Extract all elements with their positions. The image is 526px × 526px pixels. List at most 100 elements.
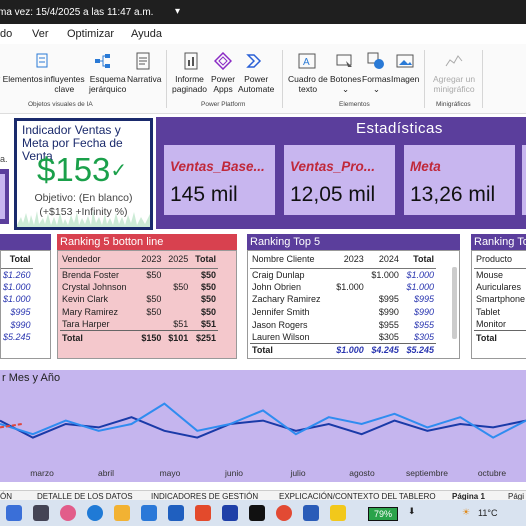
stat-label: Ventas_Pro... <box>290 159 376 174</box>
shapes-button[interactable]: Formas ⌄ <box>362 74 391 94</box>
table-total-row: Total <box>474 330 526 344</box>
decomposition-tree-button[interactable]: Esquema jerárquico <box>89 74 126 94</box>
store-icon[interactable] <box>141 505 157 521</box>
table-row[interactable]: Lauren Wilson $305 $305 <box>250 331 436 344</box>
arrow-down-icon: ⬇ <box>408 506 416 516</box>
table-title: Ranking Top 5 <box>247 234 460 250</box>
table-row[interactable]: John Obrien $1.000 $1.000 <box>250 281 436 294</box>
table-row[interactable]: Auriculares <box>474 281 526 294</box>
table-cell: $990 <box>10 319 31 330</box>
stat-card-meta[interactable]: Meta 13,26 mil <box>404 145 515 215</box>
chrome-icon[interactable] <box>276 505 292 521</box>
column-header[interactable]: 2023 <box>330 251 366 269</box>
text-box-button[interactable]: Cuadro de texto <box>288 74 328 94</box>
windows-start-icon[interactable] <box>6 505 22 521</box>
page-tab[interactable]: Página 1 <box>452 492 485 500</box>
app-icon[interactable] <box>222 505 238 521</box>
table-ranking-top5[interactable]: Ranking Top 5 Nombre Cliente 2023 2024 T… <box>247 234 460 359</box>
copilot-icon[interactable] <box>60 505 76 521</box>
column-header[interactable]: 2024 <box>365 251 401 269</box>
taskbar: 79% ⬇ ☀ 11°C <box>0 500 526 526</box>
power-automate-icon <box>246 54 262 68</box>
power-automate-button[interactable]: Power Automate <box>238 74 274 94</box>
kpi-sparkline <box>17 211 150 227</box>
line-chart-panel[interactable]: r Mes y Año marzo abril mayo junio julio agos… <box>0 370 526 482</box>
chevron-down-icon[interactable]: ▾ <box>175 6 180 17</box>
column-header[interactable]: Nombre Cliente <box>250 251 331 269</box>
svg-text:A: A <box>303 57 310 68</box>
kpi-card[interactable]: Indicador Ventas y Meta por Fecha de Ven… <box>14 118 153 230</box>
table-row[interactable]: Monitor <box>474 318 526 331</box>
table-row[interactable]: Mouse <box>474 268 526 281</box>
app-icon[interactable] <box>195 505 211 521</box>
x-tick-label: marzo <box>30 468 54 478</box>
narrative-icon <box>136 52 150 70</box>
table-row[interactable]: Smartphone <box>474 293 526 306</box>
table-row[interactable]: Brenda Foster $50 $50 <box>60 268 218 281</box>
image-icon <box>396 54 414 68</box>
page-tab[interactable]: EXPLICACIÓN/CONTEXTO DEL TABLERO <box>279 492 436 500</box>
page-tab[interactable]: ÓN <box>0 492 12 500</box>
table-total-row: Total $150 $101 $251 <box>60 330 218 344</box>
kpi-value: $153✓ <box>37 151 128 188</box>
menu-ayuda[interactable]: Ayuda <box>131 28 162 40</box>
last-saved-text: ma vez: 15/4/2025 a las 11:47 a.m. <box>0 7 154 18</box>
column-header[interactable]: 2023 <box>136 251 164 269</box>
paginated-report-button[interactable]: Informe paginado <box>172 74 207 94</box>
table-row[interactable]: Kevin Clark $50 $50 <box>60 293 218 306</box>
column-header[interactable]: Total <box>400 251 436 269</box>
power-apps-button[interactable]: Power Apps <box>211 74 235 94</box>
column-header[interactable]: Vendedor <box>60 251 137 269</box>
column-header[interactable]: Total <box>190 251 218 269</box>
add-sparkline-button[interactable]: Agregar un minigráfico <box>433 74 475 94</box>
table-cell: $1.000 <box>3 294 31 305</box>
file-explorer-icon[interactable] <box>114 505 130 521</box>
stat-card-ventas-base[interactable]: Ventas_Base... 145 mil <box>164 145 275 215</box>
stat-value: 13,26 mil <box>410 183 496 206</box>
narrative-button[interactable]: Narrativa <box>127 74 161 84</box>
column-header[interactable]: Producto <box>474 251 526 269</box>
table-row[interactable]: Tablet <box>474 306 526 319</box>
weather-icon[interactable]: ☀ <box>462 507 470 518</box>
key-influencers-button[interactable]: influyentes clave <box>44 74 85 94</box>
page-tab[interactable]: INDICADORES DE GESTIÓN <box>151 492 258 500</box>
menu-inicio[interactable]: do <box>0 28 12 40</box>
stat-card-ventas-pro[interactable]: Ventas_Pro... 12,05 mil <box>284 145 395 215</box>
word-icon[interactable] <box>303 505 319 521</box>
power-bi-icon[interactable] <box>330 505 346 521</box>
check-icon: ✓ <box>110 160 128 182</box>
menu-ver[interactable]: Ver <box>32 28 49 40</box>
ribbon-separator <box>282 50 283 108</box>
table-row[interactable]: Jennifer Smith $990 $990 <box>250 306 436 319</box>
battery-indicator[interactable]: 79% <box>368 507 399 521</box>
app-icon[interactable] <box>249 505 265 521</box>
table-left-fragment[interactable]: Total $1.260 $1.000 $1.000 $995 $990 $5.… <box>0 234 51 359</box>
elementos-button[interactable]: y Elementos <box>0 74 43 84</box>
x-tick-label: octubre <box>478 468 507 478</box>
table-row[interactable]: Tara Harper $51 $51 <box>60 318 218 331</box>
menu-optimizar[interactable]: Optimizar <box>67 28 114 40</box>
x-tick-label: septiembre <box>406 468 448 478</box>
page-tab[interactable]: DETALLE DE LOS DATOS <box>37 492 133 500</box>
table-row[interactable]: Craig Dunlap $1.000 $1.000 <box>250 268 436 281</box>
table-row[interactable]: Jason Rogers $955 $955 <box>250 318 436 331</box>
key-influencers-icon <box>36 53 48 68</box>
column-header[interactable]: 2025 <box>163 251 191 269</box>
whatsapp-icon[interactable] <box>168 505 184 521</box>
table-scrollbar[interactable] <box>452 267 457 339</box>
table-row[interactable]: Zachary Ramirez $995 $995 <box>250 293 436 306</box>
image-button[interactable]: Imagen <box>391 74 419 84</box>
edge-icon[interactable] <box>87 505 103 521</box>
table-cell: $1.000 <box>3 281 31 292</box>
table-row[interactable]: Mary Ramirez $50 $50 <box>60 306 218 319</box>
ribbon-separator <box>482 50 483 108</box>
table-row[interactable]: Crystal Johnson $50 $50 <box>60 281 218 294</box>
title-bar: ma vez: 15/4/2025 a las 11:47 a.m. ▾ <box>0 0 526 24</box>
page-tab[interactable]: Pági <box>508 492 524 500</box>
buttons-button[interactable]: Botones ⌄ <box>330 74 361 94</box>
ribbon-separator <box>166 50 167 108</box>
table-ranking-bottom5[interactable]: Ranking 5 botton line Vendedor 2023 2025… <box>57 234 237 359</box>
temperature[interactable]: 11°C <box>478 508 497 518</box>
table-ranking-right[interactable]: Ranking To Producto Mouse Auriculares Sm… <box>471 234 526 359</box>
task-view-icon[interactable] <box>33 505 49 521</box>
